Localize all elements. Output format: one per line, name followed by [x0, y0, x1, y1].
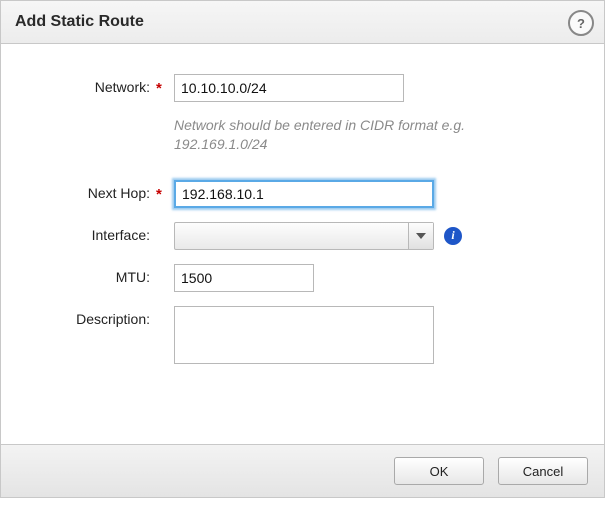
- network-required-mark: *: [156, 74, 174, 97]
- row-nexthop: Next Hop: *: [51, 180, 574, 208]
- info-icon[interactable]: i: [444, 227, 462, 245]
- network-hint: Network should be entered in CIDR format…: [174, 116, 504, 154]
- next-hop-input[interactable]: [174, 180, 434, 208]
- network-label-col: Network:: [51, 74, 156, 95]
- row-interface: Interface: i: [51, 222, 574, 250]
- mtu-label-col: MTU:: [51, 264, 156, 285]
- interface-dropdown[interactable]: [174, 222, 434, 250]
- cancel-button[interactable]: Cancel: [498, 457, 588, 485]
- dialog-titlebar: Add Static Route ?: [1, 1, 604, 44]
- dialog-footer: OK Cancel: [1, 444, 604, 497]
- description-input[interactable]: [174, 306, 434, 364]
- mtu-input[interactable]: [174, 264, 314, 292]
- interface-label: Interface:: [92, 227, 150, 243]
- row-network: Network: *: [51, 74, 574, 102]
- ok-button[interactable]: OK: [394, 457, 484, 485]
- chevron-down-icon[interactable]: [408, 223, 433, 249]
- dialog-title: Add Static Route: [15, 13, 144, 31]
- mtu-label: MTU:: [116, 269, 150, 285]
- nexthop-label-col: Next Hop:: [51, 180, 156, 201]
- description-label: Description:: [76, 311, 150, 327]
- network-label: Network:: [95, 79, 150, 95]
- nexthop-required-mark: *: [156, 180, 174, 203]
- row-mtu: MTU:: [51, 264, 574, 292]
- nexthop-label: Next Hop:: [88, 185, 150, 201]
- interface-selected-value: [175, 223, 408, 249]
- help-icon[interactable]: ?: [568, 10, 594, 36]
- dialog-body: Network: * Network should be entered in …: [1, 44, 604, 444]
- add-static-route-dialog: Add Static Route ? Network: * Network sh…: [0, 0, 605, 498]
- description-label-col: Description:: [51, 306, 156, 327]
- interface-label-col: Interface:: [51, 222, 156, 243]
- row-description: Description:: [51, 306, 574, 364]
- row-network-hint: Network should be entered in CIDR format…: [51, 116, 574, 154]
- network-input[interactable]: [174, 74, 404, 102]
